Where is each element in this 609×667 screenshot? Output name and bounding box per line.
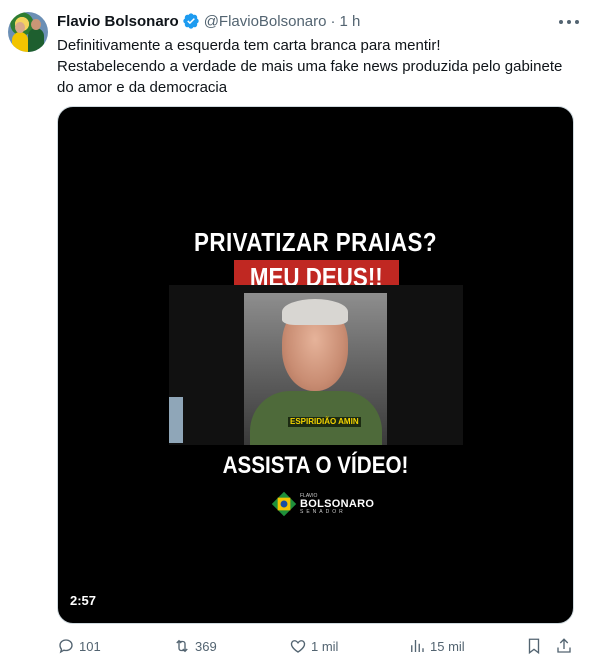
bookmark-button[interactable]	[525, 636, 543, 656]
speaker-caption: ESPIRIDIÃO AMIN	[288, 417, 361, 427]
video-headline-top: PRIVATIZAR PRAIAS?	[194, 227, 437, 257]
tweet[interactable]: Flavio Bolsonaro @FlavioBolsonaro · 1 h …	[0, 0, 609, 667]
logo-sub: SENADOR	[300, 508, 346, 515]
reply-count: 101	[79, 638, 101, 654]
author-name[interactable]: Flavio Bolsonaro	[57, 13, 179, 30]
repost-count: 369	[195, 638, 217, 654]
more-options-icon[interactable]	[559, 13, 579, 31]
avatar[interactable]	[8, 12, 48, 52]
views-button[interactable]: 15 mil	[408, 636, 465, 656]
video-frame: ESPIRIDIÃO AMIN	[169, 285, 463, 445]
tweet-text-line: do amor e da democracia	[57, 79, 228, 96]
share-button[interactable]	[555, 636, 573, 656]
like-button[interactable]: 1 mil	[289, 636, 338, 656]
video-duration: 2:57	[70, 593, 97, 608]
timestamp[interactable]: 1 h	[339, 13, 360, 30]
author-handle[interactable]: @FlavioBolsonaro	[204, 13, 327, 30]
tweet-text-line: Restabelecendo a verdade de mais uma fak…	[57, 58, 563, 75]
views-count: 15 mil	[430, 638, 465, 654]
verified-badge-icon	[183, 13, 199, 29]
separator: ·	[330, 12, 336, 30]
like-count: 1 mil	[311, 638, 339, 654]
action-bar: 101 369 1 mil 15 mil	[57, 636, 577, 656]
reply-button[interactable]: 101	[57, 636, 101, 656]
tweet-text-line: Definitivamente a esquerda tem carta bra…	[57, 37, 441, 54]
video-player[interactable]: PRIVATIZAR PRAIAS? MEU DEUS!! ESPIRIDIÃO…	[57, 106, 574, 624]
views-chart-icon	[411, 640, 424, 652]
tweet-header: Flavio Bolsonaro @FlavioBolsonaro · 1 h	[57, 11, 360, 31]
video-cta: ASSISTA O VÍDEO!	[222, 452, 409, 479]
share-icon	[557, 638, 571, 653]
tweet-text: Definitivamente a esquerda tem carta bra…	[57, 35, 582, 98]
bookmark-icon	[528, 638, 540, 655]
logo-big: BOLSONARO	[300, 497, 375, 510]
bolsonaro-logo: FLAVIO BOLSONARO SENADOR	[271, 491, 375, 517]
repost-icon	[176, 639, 188, 653]
reply-icon	[59, 639, 73, 654]
speaker-image: ESPIRIDIÃO AMIN	[244, 293, 387, 445]
repost-button[interactable]: 369	[173, 636, 217, 656]
brazil-flag-icon	[271, 491, 297, 517]
heart-icon	[290, 640, 306, 653]
